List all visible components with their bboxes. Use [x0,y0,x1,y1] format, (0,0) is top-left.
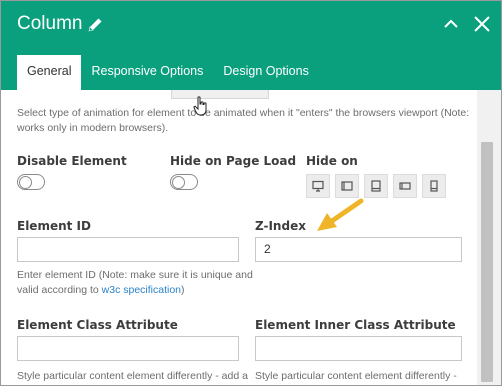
hide-on-devices [306,174,446,198]
element-class-input[interactable] [17,336,239,361]
element-id-help-text: Enter element ID (Note: make sure it is … [17,269,253,296]
mobile-portrait-icon[interactable] [422,174,446,198]
tab-general[interactable]: General [17,55,82,90]
element-class-help-text: Style particular content element differe… [17,370,248,382]
element-inner-class-help-text: Style particular content element differe… [255,370,457,382]
column-settings-dialog: Column General Responsive Options Design… [0,0,502,386]
annotation-arrow-icon [313,197,365,242]
pencil-icon[interactable] [87,16,104,33]
hide-on-page-load-toggle[interactable] [170,174,198,190]
minimize-icon[interactable] [443,15,459,38]
element-class-label: Element Class Attribute [17,318,178,332]
general-tab-panel: Select type of animation for element to … [1,90,477,385]
hide-on-label: Hide on [306,154,358,168]
dialog-title: Column [17,13,104,35]
close-icon[interactable] [473,15,491,38]
element-id-label: Element ID [17,219,91,233]
z-index-label: Z-Index [255,219,306,233]
dialog-header: Column General Responsive Options Design… [1,1,501,90]
tablet-portrait-icon[interactable] [364,174,388,198]
tab-design-options[interactable]: Design Options [213,55,318,90]
animation-help-text: Select type of animation for element to … [17,107,470,134]
disable-element-label: Disable Element [17,154,127,168]
vertical-scrollbar[interactable] [477,90,501,385]
window-controls [443,15,491,38]
desktop-icon[interactable] [306,174,330,198]
w3c-specification-link[interactable]: w3c specification [102,284,181,296]
element-inner-class-label: Element Inner Class Attribute [255,318,456,332]
tablet-landscape-icon[interactable] [335,174,359,198]
element-inner-class-input[interactable] [255,336,462,361]
toggle-knob [19,176,32,189]
mobile-landscape-icon[interactable] [393,174,417,198]
tab-bar: General Responsive Options Design Option… [17,55,319,90]
toggle-knob [172,176,185,189]
element-id-input[interactable] [17,237,239,262]
dialog-title-text: Column [17,13,83,34]
tab-responsive-options[interactable]: Responsive Options [81,55,213,90]
disable-element-toggle[interactable] [17,174,45,190]
scrollbar-thumb[interactable] [481,142,493,382]
hide-on-page-load-label: Hide on Page Load [170,154,297,168]
hand-cursor-icon [193,96,209,121]
animation-preview-button[interactable] [171,90,269,99]
